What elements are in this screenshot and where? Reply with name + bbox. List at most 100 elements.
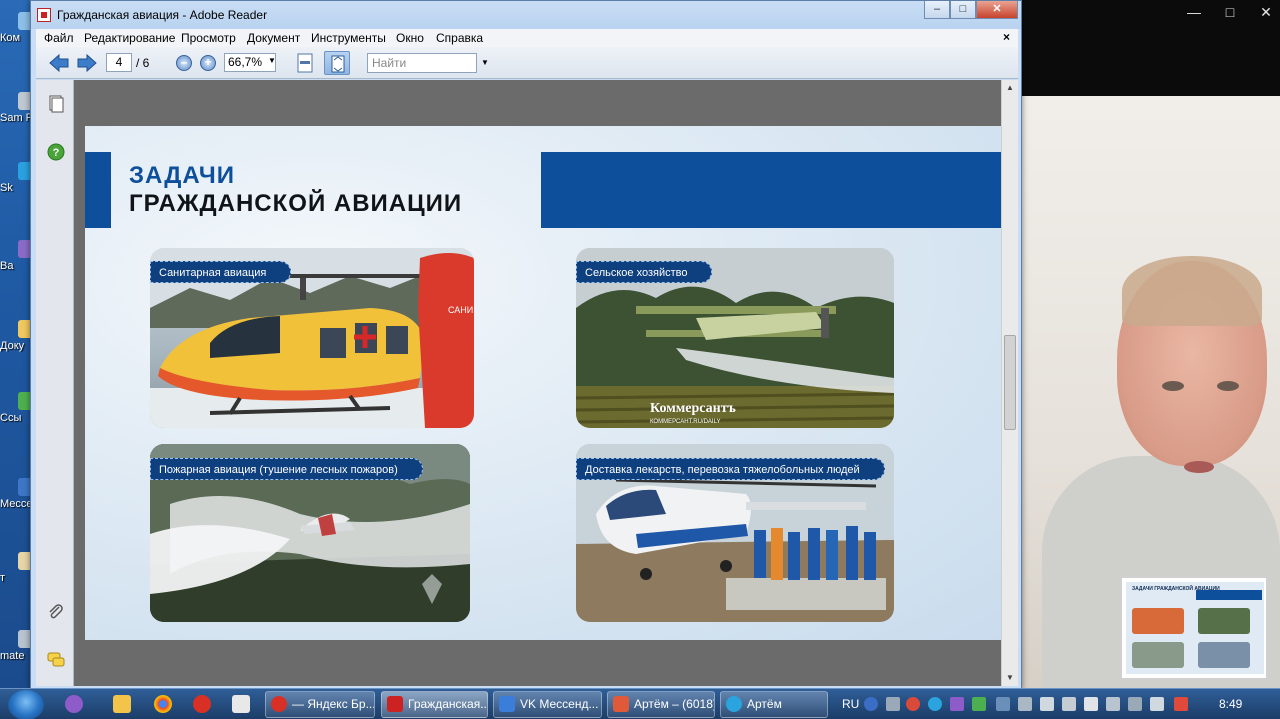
adobe-reader-icon: [37, 8, 51, 22]
card-fire-aviation: Пожарная авиация (тушение лесных пожаров…: [150, 444, 470, 622]
antivirus-icon[interactable]: [906, 697, 920, 711]
adobe-reader-icon: [387, 696, 403, 712]
menu-document[interactable]: Документ: [247, 31, 300, 45]
fit-page-icon: [331, 55, 345, 73]
explorer-icon[interactable]: [113, 695, 131, 713]
maximize-button[interactable]: □: [1212, 0, 1248, 24]
card-label: Сельское хозяйство: [576, 261, 713, 283]
app-icon[interactable]: [1018, 697, 1032, 711]
task-vk-messenger[interactable]: VK Мессенд...: [493, 691, 602, 718]
app-icon[interactable]: [1128, 697, 1142, 711]
card-label: Санитарная авиация: [150, 261, 292, 283]
mini-card: [1132, 642, 1184, 668]
menu-file[interactable]: Файл: [44, 31, 74, 45]
flag-icon[interactable]: [1174, 697, 1188, 711]
menu-edit[interactable]: Редактирование: [84, 31, 175, 45]
mini-card: [1132, 608, 1184, 634]
screen-share-preview[interactable]: ЗАДАЧИ ГРАЖДАНСКОЙ АВИАЦИИ: [1120, 576, 1268, 680]
task-adobe-reader[interactable]: Гражданская...: [381, 691, 488, 718]
helicopter-text: САНИ: [448, 305, 473, 315]
fit-page-button[interactable]: [324, 51, 350, 75]
vk-icon: [499, 696, 515, 712]
menu-help[interactable]: Справка: [436, 31, 483, 45]
alice-icon[interactable]: [65, 695, 83, 713]
title-bar[interactable]: Гражданская авиация - Adobe Reader – □ ✕: [31, 1, 1021, 29]
navigation-pane: ?: [36, 80, 74, 686]
start-button[interactable]: [8, 690, 44, 719]
desktop-icon-label: Ссы: [0, 412, 22, 424]
app-icon[interactable]: [996, 697, 1010, 711]
editor-icon[interactable]: [232, 695, 250, 713]
pen-icon[interactable]: [886, 697, 900, 711]
app-icon[interactable]: [972, 697, 986, 711]
scrollbar-thumb[interactable]: [1004, 335, 1016, 430]
bluetooth-icon[interactable]: [1040, 697, 1054, 711]
title-accent-bar: [85, 152, 111, 228]
menu-window[interactable]: Окно: [396, 31, 424, 45]
menu-tools[interactable]: Инструменты: [311, 31, 386, 45]
mail-icon: [613, 696, 629, 712]
battery-icon[interactable]: [1062, 697, 1076, 711]
attachment-icon[interactable]: [46, 602, 66, 622]
background-window: — □ ✕: [1022, 0, 1280, 96]
app-icon[interactable]: [1150, 697, 1164, 711]
fit-width-button[interactable]: [292, 51, 318, 75]
previous-page-button[interactable]: [48, 53, 70, 73]
document-view[interactable]: ? ЗАДАЧИ ГРАЖДАНСКОЙ АВИАЦИИ САНИ Санита…: [36, 80, 1018, 686]
search-input[interactable]: Найти: [367, 53, 477, 73]
desktop-icon-label: Доку: [0, 340, 25, 352]
vertical-scrollbar[interactable]: ▲ ▼: [1001, 80, 1018, 686]
photo-caption: Коммерсантъ: [650, 401, 736, 416]
desktop-icon-label: т: [0, 572, 6, 584]
card-medicine-delivery: Доставка лекарств, перевозка тяжелобольн…: [576, 444, 894, 622]
maximize-button[interactable]: □: [950, 1, 976, 19]
mini-card: [1198, 608, 1250, 634]
chevron-down-icon[interactable]: ▼: [479, 53, 491, 73]
close-document-button[interactable]: ×: [1003, 30, 1010, 44]
scroll-down-arrow-icon[interactable]: ▼: [1002, 670, 1018, 686]
scroll-up-arrow-icon[interactable]: ▲: [1002, 80, 1018, 96]
mini-card: [1198, 642, 1250, 668]
telegram-icon[interactable]: [928, 697, 942, 711]
help-icon[interactable]: [864, 697, 878, 711]
arrow-left-icon: [49, 53, 69, 73]
slide-title-line2: ГРАЖДАНСКОЙ АВИАЦИИ: [129, 190, 463, 217]
pages-icon[interactable]: [46, 94, 66, 114]
close-button[interactable]: ✕: [976, 1, 1018, 19]
zoom-in-button[interactable]: +: [200, 55, 216, 71]
yandex-icon[interactable]: [193, 695, 211, 713]
volume-icon[interactable]: [1084, 697, 1098, 711]
minimize-button[interactable]: —: [1176, 0, 1212, 24]
task-label: Артём: [747, 697, 782, 711]
comments-icon[interactable]: [46, 650, 66, 670]
card-label: Доставка лекарств, перевозка тяжелобольн…: [576, 458, 885, 480]
yandex-icon: [271, 696, 287, 712]
task-telegram-artem[interactable]: Артём: [720, 691, 828, 718]
card-sanitary-aviation: САНИ Санитарная авиация: [150, 248, 474, 428]
slide-title-line1: ЗАДАЧИ: [129, 162, 235, 189]
chevron-down-icon[interactable]: ▼: [268, 56, 276, 65]
clock[interactable]: 8:49: [1219, 697, 1242, 711]
desktop-icon-label: mate: [0, 650, 25, 662]
card-agriculture: Сельское хозяйство Коммерсантъ КОММЕРСАН…: [576, 248, 894, 428]
page-number-input[interactable]: 4: [106, 53, 132, 72]
person-mouth: [1184, 461, 1214, 473]
mini-bar: [1196, 590, 1262, 600]
network-icon[interactable]: [1106, 697, 1120, 711]
task-label: Артём – (6018): [634, 697, 715, 711]
desktop-icon-label: Ba: [0, 260, 14, 272]
chrome-icon[interactable]: [154, 695, 172, 713]
task-artem-6018[interactable]: Артём – (6018): [607, 691, 715, 718]
close-button[interactable]: ✕: [1248, 0, 1280, 24]
language-indicator[interactable]: RU: [842, 697, 859, 711]
mini-slide: ЗАДАЧИ ГРАЖДАНСКОЙ АВИАЦИИ: [1126, 582, 1264, 674]
next-page-button[interactable]: [76, 53, 98, 73]
app-icon[interactable]: [950, 697, 964, 711]
minimize-button[interactable]: –: [924, 1, 950, 19]
menu-view[interactable]: Просмотр: [181, 31, 236, 45]
zoom-out-button[interactable]: –: [176, 55, 192, 71]
adobe-reader-window: Гражданская авиация - Adobe Reader – □ ✕…: [30, 0, 1022, 690]
task-yandex-browser[interactable]: — Яндекс Бр...: [265, 691, 375, 718]
help-icon[interactable]: ?: [46, 142, 66, 162]
header-blue-bar: [541, 152, 1001, 228]
